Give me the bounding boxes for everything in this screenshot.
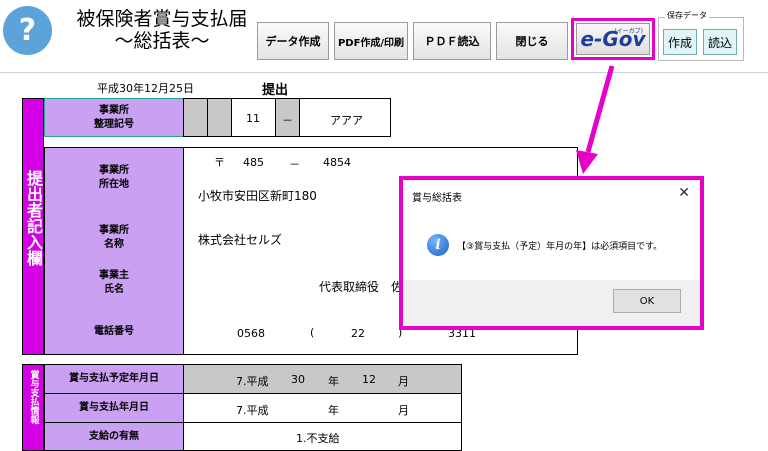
alert-dialog: 賞与総括表 ✕ i 【③賞与支払（予定）年月の年】は必須項目です。 OK xyxy=(399,176,704,330)
dialog-message: 【③賞与支払（予定）年月の年】は必須項目です。 xyxy=(457,242,663,252)
close-icon[interactable]: ✕ xyxy=(678,185,690,201)
pointer-arrow-head xyxy=(576,150,598,174)
pointer-arrow-line xyxy=(585,65,615,153)
dialog-title: 賞与総括表 xyxy=(412,193,462,204)
ok-button[interactable]: OK xyxy=(613,289,681,313)
info-icon: i xyxy=(427,234,449,256)
dialog-footer: OK xyxy=(403,280,700,326)
